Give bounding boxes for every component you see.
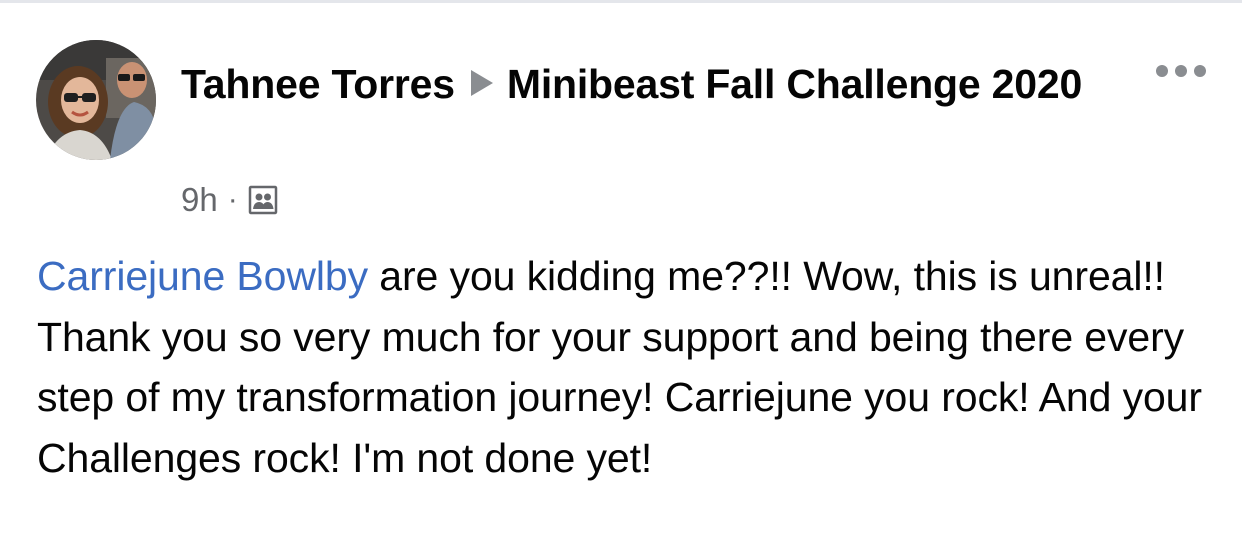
post-timestamp[interactable]: 9h xyxy=(181,181,218,219)
post-meta: 9h · xyxy=(181,178,278,222)
avatar-photo xyxy=(36,40,156,160)
more-dot xyxy=(1194,65,1206,77)
group-post: Tahnee Torres Minibeast Fall Challenge 20… xyxy=(0,0,1242,556)
mention-link[interactable]: Carriejune Bowlby xyxy=(37,253,368,299)
more-options-icon[interactable] xyxy=(1156,62,1206,80)
post-title: Tahnee Torres Minibeast Fall Challenge 20… xyxy=(181,54,1111,114)
more-dot xyxy=(1156,65,1168,77)
group-name[interactable]: Minibeast Fall Challenge 2020 xyxy=(507,61,1082,107)
author-name[interactable]: Tahnee Torres xyxy=(181,61,455,107)
posted-in-arrow-icon xyxy=(470,70,493,96)
post-message: Carriejune Bowlby are you kidding me??!!… xyxy=(37,246,1217,488)
author-avatar[interactable] xyxy=(36,40,156,160)
meta-separator: · xyxy=(227,183,238,216)
more-dot xyxy=(1175,65,1187,77)
group-members-icon xyxy=(248,185,278,215)
post-header: Tahnee Torres Minibeast Fall Challenge 20… xyxy=(181,54,1111,114)
